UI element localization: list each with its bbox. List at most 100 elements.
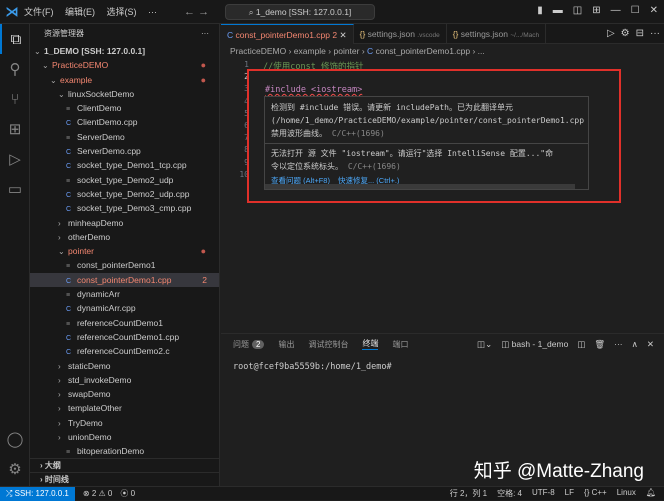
tree-item[interactable]: › TryDemo xyxy=(30,416,219,430)
menu-edit[interactable]: 编辑(E) xyxy=(65,7,95,17)
tree-item[interactable]: C ServerDemo.cpp xyxy=(30,144,219,158)
language-mode[interactable]: {} C++ xyxy=(584,488,607,499)
tree-item[interactable]: ≡ ServerDemo xyxy=(30,130,219,144)
tree-item[interactable]: Cconst_pointerDemo1.cpp 2 xyxy=(30,272,219,288)
tree-item[interactable]: › minheapDemo xyxy=(30,216,219,230)
source-control-icon[interactable]: ⑂ xyxy=(0,84,30,114)
tree-item[interactable]: › otherDemo xyxy=(30,230,219,244)
line-number: 7 xyxy=(244,133,249,143)
tree-item[interactable]: ⌄ PracticeDEMO ● xyxy=(30,58,219,72)
tab-label: settings.json xyxy=(367,28,415,39)
tree-item[interactable]: ≡ bitoperationDemo xyxy=(30,444,219,458)
outline-section[interactable]: › 大纲 xyxy=(30,458,219,472)
tree-item[interactable]: Csocket_type_Demo1_tcp.cpp xyxy=(30,158,219,172)
bell-icon[interactable]: 🔔︎ xyxy=(646,488,656,499)
close-panel-icon[interactable]: ✕ xyxy=(647,339,654,350)
cursor-position[interactable]: 行 2，列 1 xyxy=(450,488,487,499)
split-editor-icon[interactable]: ⊟ xyxy=(636,28,644,39)
timeline-section[interactable]: › 时间线 xyxy=(30,472,219,486)
new-terminal-icon[interactable]: ◫⌄ xyxy=(477,339,492,350)
tree-item[interactable]: ⌄ linuxSocketDemo xyxy=(30,87,219,101)
back-arrow-icon[interactable]: ← xyxy=(184,6,195,18)
tree-item[interactable]: ≡ const_pointerDemo1 xyxy=(30,258,219,272)
problems-status[interactable]: ⊗ 2 ⚠ 0 xyxy=(83,489,112,498)
tab-problems[interactable]: 问题 2 xyxy=(233,339,265,350)
chevron-down-icon: ⌄ xyxy=(42,61,49,71)
menu-file[interactable]: 文件(F) xyxy=(24,7,54,17)
tree-item[interactable]: ≡ socket_type_Demo2_udp xyxy=(30,173,219,187)
maximize-icon[interactable]: ☐ xyxy=(631,5,640,16)
terminal-instance[interactable]: ◫ bash - 1_demo xyxy=(501,339,568,350)
ports-status[interactable]: ⦿ 0 xyxy=(120,488,135,499)
customize-layout-icon[interactable]: ⊞ xyxy=(592,5,600,16)
tree-item[interactable]: ⌄ example ● xyxy=(30,73,219,87)
explorer-icon[interactable]: ⧉ xyxy=(0,24,30,54)
breadcrumb-item[interactable]: PracticeDEMO xyxy=(230,46,286,56)
gear-icon[interactable]: ⚙ xyxy=(621,28,630,39)
tree-item[interactable]: › unionDemo xyxy=(30,430,219,444)
tree-item[interactable]: ⌄ pointer ● xyxy=(30,244,219,258)
tree-item[interactable]: › std_invokeDemo xyxy=(30,373,219,387)
tree-item[interactable]: C ClientDemo.cpp xyxy=(30,115,219,129)
close-tab-icon[interactable]: ✕ xyxy=(340,30,347,40)
breadcrumb-item[interactable]: pointer xyxy=(333,46,359,56)
tree-item[interactable]: CreferenceCountDemo1.cpp xyxy=(30,330,219,344)
toggle-panel-icon[interactable]: ▬ xyxy=(553,5,563,16)
tree-item[interactable]: CdynamicArr.cpp xyxy=(30,301,219,315)
tab-output[interactable]: 输出 xyxy=(278,339,294,350)
maximize-panel-icon[interactable]: ∧ xyxy=(632,339,638,350)
explorer-more-button[interactable]: ··· xyxy=(201,24,209,44)
remote-explorer-icon[interactable]: ▭ xyxy=(0,174,30,204)
command-center-search[interactable]: ⌕ 1_demo [SSH: 127.0.0.1] xyxy=(225,4,375,20)
menu-more[interactable]: ··· xyxy=(148,7,157,17)
hover-message-2-line-1: 无法打开 源 文件 "iostream"。请运行"选择 IntelliSense… xyxy=(271,149,554,158)
tree-item[interactable]: ≡ ClientDemo xyxy=(30,101,219,115)
tree-item[interactable]: › templateOther xyxy=(30,401,219,415)
tree-item[interactable]: ≡ dynamicArr xyxy=(30,287,219,301)
toggle-secondary-sidebar-icon[interactable]: ◫ xyxy=(573,5,582,16)
trash-icon[interactable]: 🗑 xyxy=(594,339,605,350)
more-actions-icon[interactable]: ··· xyxy=(650,28,660,39)
tree-item[interactable]: CreferenceCountDemo2.c xyxy=(30,344,219,358)
account-icon[interactable]: ◯ xyxy=(0,424,30,454)
tab-debug-console[interactable]: 调试控制台 xyxy=(308,339,348,350)
end-of-line[interactable]: LF xyxy=(565,488,574,499)
tab-settings-json-vscode[interactable]: {} settings.json .vscode xyxy=(354,23,447,44)
tree-item-label: templateOther xyxy=(68,403,122,414)
more-icon[interactable]: ··· xyxy=(614,339,623,350)
tab-settings-json-mach[interactable]: {} settings.json ~/.../Mach xyxy=(447,23,547,44)
hover-horizontal-scrollbar[interactable] xyxy=(265,184,575,189)
tree-item[interactable]: › swapDemo xyxy=(30,387,219,401)
tab-const-pointerdemo1-cpp[interactable]: C const_pointerDemo1.cpp 2 ✕ xyxy=(221,23,354,44)
terminal[interactable]: root@fcef9ba5559b:/home/1_demo# xyxy=(221,354,664,380)
tree-item-label: const_pointerDemo1 xyxy=(77,260,156,271)
breadcrumb-item[interactable]: example xyxy=(294,46,326,56)
breadcrumb-item[interactable]: const_pointerDemo1.cpp xyxy=(376,46,471,56)
indentation[interactable]: 空格: 4 xyxy=(497,488,522,499)
gear-icon[interactable]: ⚙ xyxy=(0,454,30,484)
tab-ports[interactable]: 端口 xyxy=(392,339,408,350)
run-debug-icon[interactable]: ▷ xyxy=(0,144,30,174)
extensions-icon[interactable]: ⊞ xyxy=(0,114,30,144)
tree-item[interactable]: ⌄ 1_DEMO [SSH: 127.0.0.1] xyxy=(30,44,219,58)
toggle-sidebar-icon[interactable]: ▮ xyxy=(537,5,543,16)
tree-item[interactable]: Csocket_type_Demo2_udp.cpp xyxy=(30,187,219,201)
menu-bar: 文件(F) 编辑(E) 选择(S) ··· xyxy=(24,5,166,18)
tree-item-label: referenceCountDemo1 xyxy=(77,317,163,328)
minimize-icon[interactable]: — xyxy=(611,5,621,16)
run-icon[interactable]: ▷ xyxy=(607,28,615,39)
encoding[interactable]: UTF-8 xyxy=(532,488,555,499)
search-icon[interactable]: ⚲ xyxy=(0,54,30,84)
breadcrumb-item[interactable]: ... xyxy=(478,46,485,56)
forward-arrow-icon[interactable]: → xyxy=(198,6,209,18)
tree-item[interactable]: › staticDemo xyxy=(30,359,219,373)
tree-item[interactable]: Csocket_type_Demo3_cmp.cpp xyxy=(30,201,219,215)
close-icon[interactable]: ✕ xyxy=(650,5,658,16)
split-terminal-icon[interactable]: ◫ xyxy=(577,339,585,350)
remote-indicator[interactable]: ⤮ SSH: 127.0.0.1 xyxy=(0,486,75,501)
tree-item-label: PracticeDEMO xyxy=(52,60,109,71)
tab-terminal[interactable]: 终端 xyxy=(362,338,379,350)
platform[interactable]: Linux xyxy=(617,488,636,499)
tree-item[interactable]: ≡ referenceCountDemo1 xyxy=(30,316,219,330)
menu-selection[interactable]: 选择(S) xyxy=(107,7,137,17)
